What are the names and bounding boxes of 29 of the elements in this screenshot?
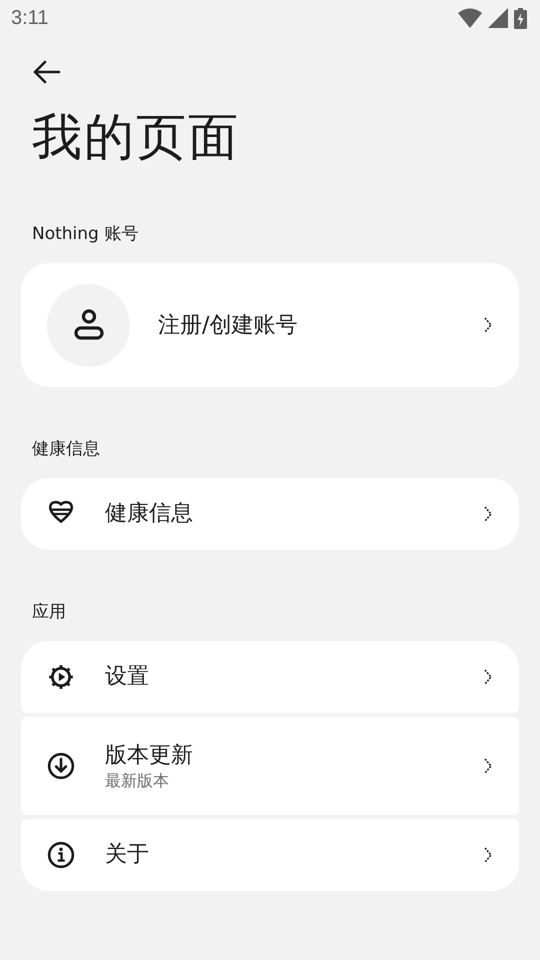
back-arrow-icon bbox=[33, 60, 61, 84]
item-label: 关于 bbox=[105, 841, 150, 869]
battery-icon bbox=[514, 8, 527, 28]
list-item[interactable]: 关于 bbox=[21, 819, 519, 891]
chevron-right-icon bbox=[483, 846, 493, 864]
wifi-icon bbox=[458, 8, 482, 28]
account-card[interactable]: 注册/创建账号 bbox=[21, 263, 519, 387]
section-label: 应用 bbox=[32, 601, 67, 624]
person-icon bbox=[74, 309, 104, 341]
download-icon bbox=[47, 752, 75, 780]
signal-icon bbox=[488, 8, 508, 28]
section-label: Nothing 账号 bbox=[32, 223, 140, 246]
item-subtitle: 最新版本 bbox=[105, 771, 170, 791]
chevron-right-icon bbox=[483, 757, 493, 775]
list-item[interactable]: 设置 bbox=[21, 641, 519, 713]
item-label: 设置 bbox=[105, 663, 150, 691]
status-time: 3:11 bbox=[11, 6, 48, 30]
chevron-right-icon bbox=[483, 668, 493, 686]
section-label: 健康信息 bbox=[32, 438, 101, 461]
gear-icon bbox=[47, 663, 75, 691]
item-label: 健康信息 bbox=[105, 500, 194, 528]
account-label: 注册/创建账号 bbox=[158, 312, 298, 340]
page-title: 我的页面 bbox=[32, 107, 241, 168]
chevron-right-icon bbox=[483, 505, 493, 523]
item-label: 版本更新 bbox=[105, 742, 194, 770]
list-item[interactable]: 版本更新 最新版本 bbox=[21, 717, 519, 815]
chevron-right-icon bbox=[483, 316, 493, 334]
list-item[interactable]: 健康信息 bbox=[21, 478, 519, 550]
info-icon bbox=[47, 841, 75, 869]
